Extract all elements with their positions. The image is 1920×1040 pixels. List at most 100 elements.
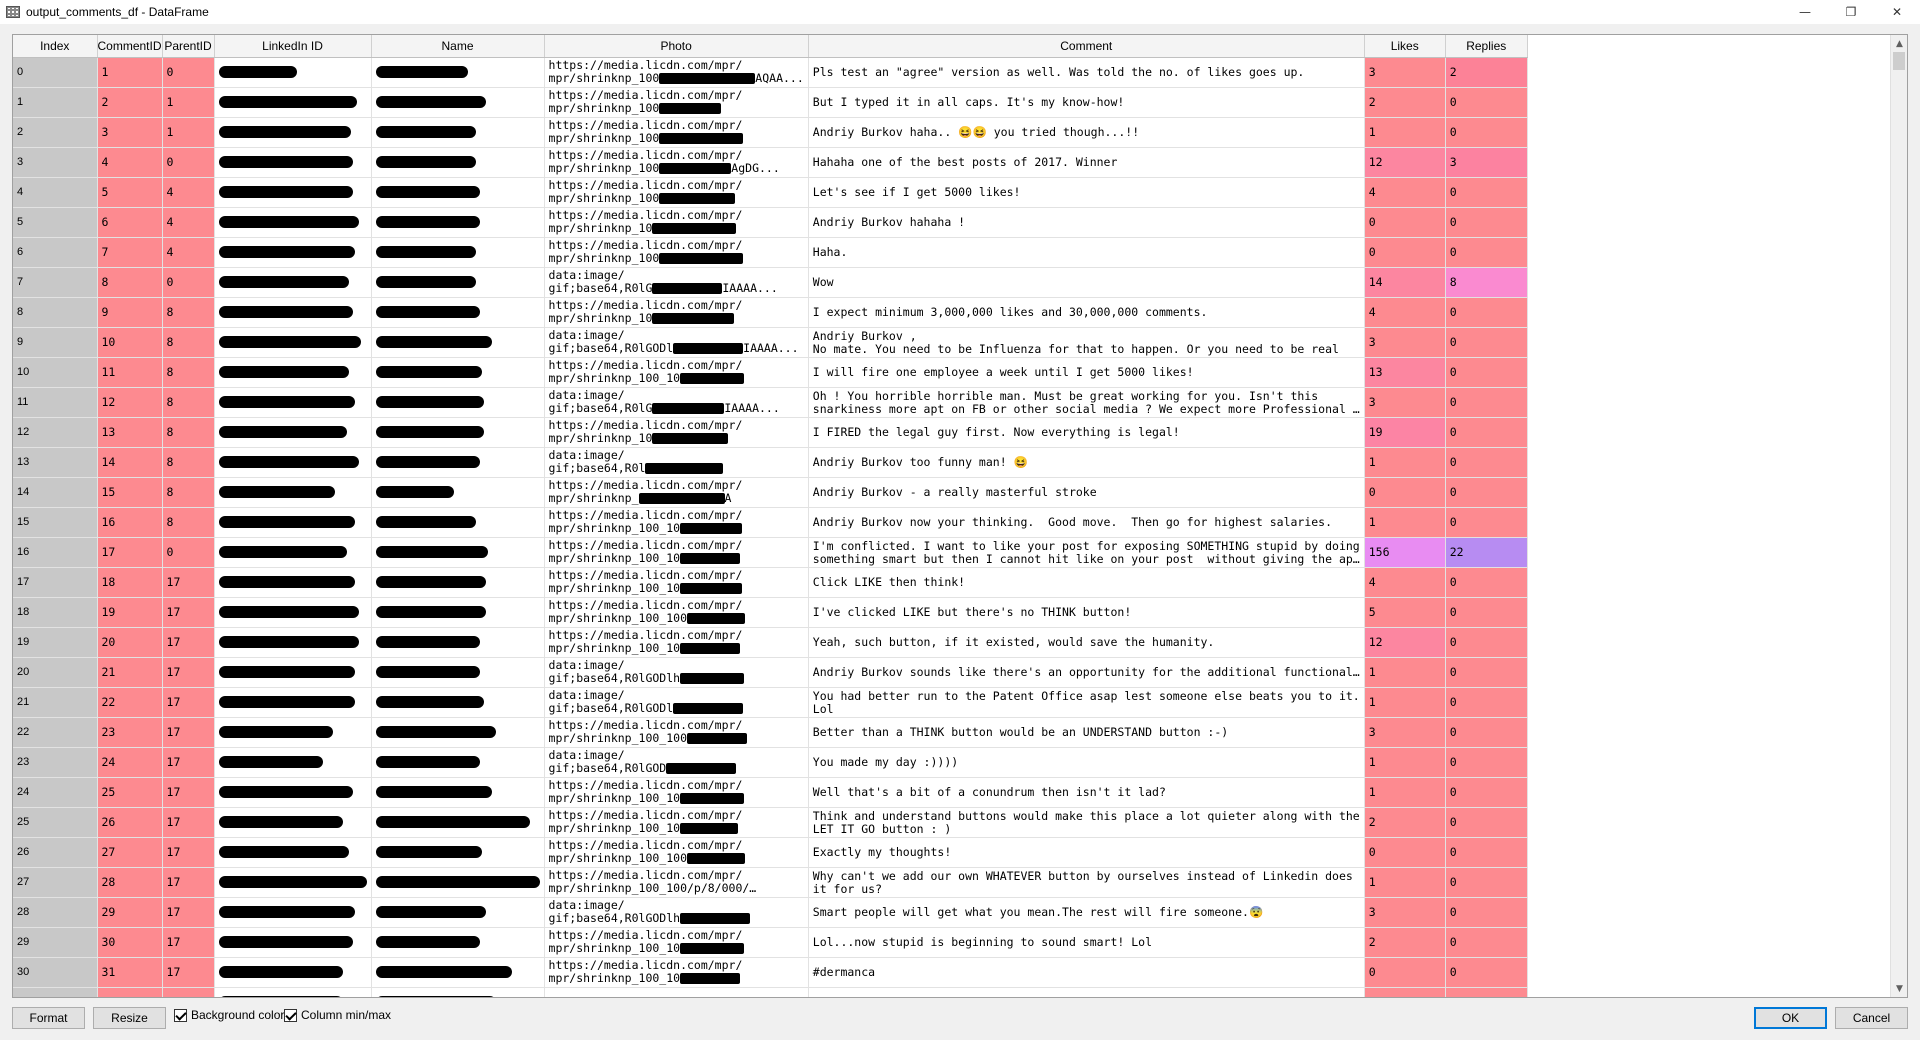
name-cell[interactable]	[371, 837, 545, 868]
index-cell[interactable]: 11	[13, 387, 98, 418]
comment-cell[interactable]: Andriy Burkov haha.. 😆😆 you tried though…	[808, 117, 1365, 148]
photo-cell[interactable]: https://media.licdn.com/mpr/mpr/shrinknp…	[544, 147, 809, 178]
parent-id-cell[interactable]: 8	[162, 297, 215, 328]
parent-id-cell[interactable]: 17	[162, 747, 215, 778]
replies-cell[interactable]: 0	[1445, 627, 1528, 658]
name-cell[interactable]	[371, 747, 545, 778]
table-row[interactable]: 24 25 17 https://media.licdn.com/mpr/mpr/sh…	[13, 777, 1528, 808]
likes-cell[interactable]: 2	[1364, 87, 1446, 118]
photo-cell[interactable]: https://media.licdn.com/mpr/mpr/shrinknp…	[544, 177, 809, 208]
name-cell[interactable]	[371, 147, 545, 178]
scroll-up-arrow-icon[interactable]: ▲	[1891, 35, 1907, 52]
parent-id-cell[interactable]: 17	[162, 627, 215, 658]
linkedin-id-cell[interactable]	[214, 237, 372, 268]
comment-id-cell[interactable]: 21	[97, 657, 163, 688]
comment-id-cell[interactable]: 7	[97, 237, 163, 268]
name-cell[interactable]	[371, 927, 545, 958]
comment-id-cell[interactable]: 27	[97, 837, 163, 868]
parent-id-cell[interactable]: 17	[162, 567, 215, 598]
comment-id-cell[interactable]: 6	[97, 207, 163, 238]
likes-cell[interactable]: 2	[1364, 927, 1446, 958]
index-cell[interactable]: 5	[13, 207, 98, 238]
name-cell[interactable]	[371, 897, 545, 928]
replies-cell[interactable]: 0	[1445, 687, 1528, 718]
parent-id-cell[interactable]: 1	[162, 117, 215, 148]
table-row[interactable]: 0 1 0 https://media.licdn.com/mpr/mpr/shrin…	[13, 57, 1528, 88]
index-cell[interactable]: 6	[13, 237, 98, 268]
comment-id-cell[interactable]: 13	[97, 417, 163, 448]
photo-cell[interactable]: data:image/	[544, 987, 809, 997]
likes-cell[interactable]: 4	[1364, 297, 1446, 328]
replies-cell[interactable]: 0	[1445, 117, 1528, 148]
index-cell[interactable]: 4	[13, 177, 98, 208]
likes-cell[interactable]: 5	[1364, 597, 1446, 628]
replies-cell[interactable]: 0	[1445, 657, 1528, 688]
index-cell[interactable]: 29	[13, 927, 98, 958]
parent-id-cell[interactable]: 17	[162, 867, 215, 898]
name-cell[interactable]	[371, 507, 545, 538]
likes-cell[interactable]: 1	[1364, 117, 1446, 148]
comment-cell[interactable]: I'm conflicted. I want to like your post…	[808, 537, 1365, 568]
index-cell[interactable]: 27	[13, 867, 98, 898]
likes-cell[interactable]: 3	[1364, 897, 1446, 928]
replies-cell[interactable]: 3	[1445, 147, 1528, 178]
likes-cell[interactable]: 4	[1364, 567, 1446, 598]
photo-cell[interactable]: https://media.licdn.com/mpr/mpr/shrinknp…	[544, 567, 809, 598]
photo-cell[interactable]: https://media.licdn.com/mpr/mpr/shrinknp…	[544, 957, 809, 988]
table-row[interactable]: 6 7 4 https://media.licdn.com/mpr/mpr/shrin…	[13, 237, 1528, 268]
likes-cell[interactable]: 0	[1364, 237, 1446, 268]
parent-id-cell[interactable]: 8	[162, 357, 215, 388]
likes-cell[interactable]: 1	[1364, 657, 1446, 688]
linkedin-id-cell[interactable]	[214, 897, 372, 928]
name-cell[interactable]	[371, 267, 545, 298]
replies-cell[interactable]: 22	[1445, 537, 1528, 568]
index-cell[interactable]: 10	[13, 357, 98, 388]
comment-cell[interactable]: Oh ! You horrible horrible man. Must be …	[808, 387, 1365, 418]
table-row[interactable]: data:image/Michael, I am livid mainly be…	[13, 987, 1528, 997]
index-cell[interactable]: 21	[13, 687, 98, 718]
parent-id-cell[interactable]: 17	[162, 657, 215, 688]
comment-id-cell[interactable]: 1	[97, 57, 163, 88]
comment-id-cell[interactable]: 29	[97, 897, 163, 928]
parent-id-cell[interactable]: 4	[162, 207, 215, 238]
table-row[interactable]: 2 3 1 https://media.licdn.com/mpr/mpr/shrin…	[13, 117, 1528, 148]
parent-id-cell[interactable]: 8	[162, 327, 215, 358]
linkedin-id-cell[interactable]	[214, 957, 372, 988]
table-row[interactable]: 11 12 8 data:image/gif;base64,R0lG IAAAA... O…	[13, 387, 1528, 418]
resize-button[interactable]: Resize	[93, 1007, 166, 1029]
linkedin-id-cell[interactable]	[214, 987, 372, 997]
photo-cell[interactable]: https://media.licdn.com/mpr/mpr/shrinknp…	[544, 207, 809, 238]
photo-cell[interactable]: https://media.licdn.com/mpr/mpr/shrinknp…	[544, 717, 809, 748]
photo-cell[interactable]: https://media.licdn.com/mpr/mpr/shrinknp…	[544, 297, 809, 328]
table-row[interactable]: 1 2 1 https://media.licdn.com/mpr/mpr/shrin…	[13, 87, 1528, 118]
linkedin-id-cell[interactable]	[214, 837, 372, 868]
linkedin-id-cell[interactable]	[214, 927, 372, 958]
likes-cell[interactable]: 1	[1364, 507, 1446, 538]
table-row[interactable]: 21 22 17 data:image/gif;base64,R0lGODl You h…	[13, 687, 1528, 718]
replies-cell[interactable]: 0	[1445, 837, 1528, 868]
linkedin-id-cell[interactable]	[214, 417, 372, 448]
table-row[interactable]: 30 31 17 https://media.licdn.com/mpr/mpr/sh…	[13, 957, 1528, 988]
replies-cell[interactable]: 0	[1445, 897, 1528, 928]
index-cell[interactable]: 24	[13, 777, 98, 808]
linkedin-id-cell[interactable]	[214, 747, 372, 778]
comment-cell[interactable]: Let's see if I get 5000 likes!	[808, 177, 1365, 208]
index-cell[interactable]: 18	[13, 597, 98, 628]
table-row[interactable]: 5 6 4 https://media.licdn.com/mpr/mpr/shrin…	[13, 207, 1528, 238]
index-cell[interactable]: 17	[13, 567, 98, 598]
column-header[interactable]: ParentID	[162, 35, 215, 58]
photo-cell[interactable]: https://media.licdn.com/mpr/mpr/shrinknp…	[544, 507, 809, 538]
parent-id-cell[interactable]: 17	[162, 837, 215, 868]
parent-id-cell[interactable]: 17	[162, 597, 215, 628]
linkedin-id-cell[interactable]	[214, 447, 372, 478]
scrollbar-thumb[interactable]	[1893, 52, 1905, 70]
parent-id-cell[interactable]	[162, 987, 215, 997]
likes-cell[interactable]: 0	[1364, 957, 1446, 988]
table-row[interactable]: 14 15 8 https://media.licdn.com/mpr/mpr/shr…	[13, 477, 1528, 508]
name-cell[interactable]	[371, 567, 545, 598]
comment-id-cell[interactable]: 31	[97, 957, 163, 988]
parent-id-cell[interactable]: 8	[162, 477, 215, 508]
replies-cell[interactable]: 0	[1445, 717, 1528, 748]
photo-cell[interactable]: data:image/gif;base64,R0l	[544, 447, 809, 478]
comment-cell[interactable]: Think and understand buttons would make …	[808, 807, 1365, 838]
